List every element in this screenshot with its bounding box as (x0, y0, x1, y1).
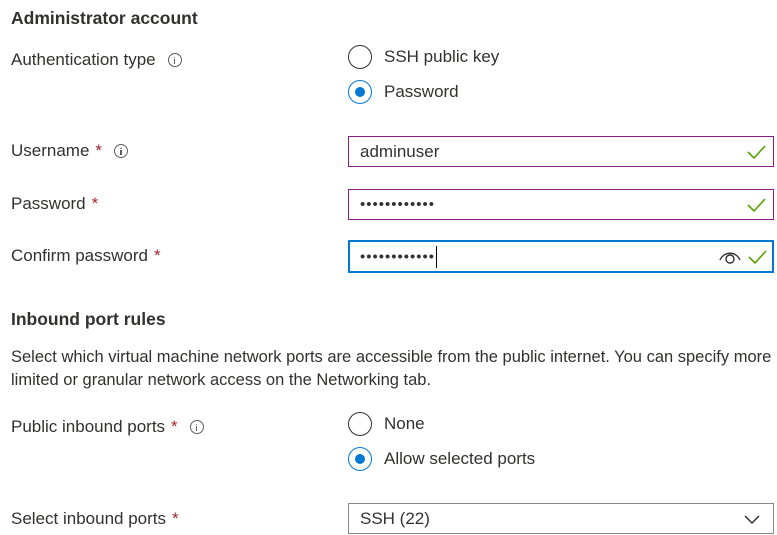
port-option-none-label: None (384, 414, 425, 433)
check-icon (747, 197, 766, 212)
username-label-row: Username * (11, 141, 129, 161)
auth-option-password-label: Password (384, 82, 459, 101)
required-marker: * (172, 509, 179, 528)
inbound-ports-dropdown[interactable]: SSH (22) (348, 503, 774, 534)
public-ports-label: Public inbound ports (11, 417, 166, 436)
confirm-password-label-row: Confirm password * (11, 246, 161, 266)
confirm-password-label: Confirm password (11, 246, 148, 265)
username-value[interactable]: adminuser (360, 142, 745, 162)
auth-type-label-row: Authentication type (11, 50, 182, 70)
password-field[interactable]: •••••••••••• (348, 189, 774, 220)
inbound-ports-selected-value: SSH (22) (360, 508, 430, 528)
text-cursor (436, 245, 438, 268)
radio-ssh-public-key[interactable] (348, 45, 372, 69)
auth-option-ssh[interactable]: SSH public key (348, 45, 499, 69)
admin-section-heading: Administrator account (11, 8, 198, 28)
radio-none[interactable] (348, 412, 372, 436)
required-marker: * (171, 417, 178, 436)
public-ports-label-row: Public inbound ports * (11, 417, 204, 437)
password-label-row: Password * (11, 194, 98, 214)
check-icon (748, 249, 767, 264)
password-label: Password (11, 194, 86, 213)
info-icon[interactable] (167, 53, 182, 67)
required-marker: * (95, 141, 103, 160)
confirm-password-value: •••••••••••• (360, 247, 436, 265)
auth-option-ssh-label: SSH public key (384, 47, 500, 66)
select-ports-label-row: Select inbound ports * (11, 509, 179, 529)
username-label: Username (11, 141, 90, 160)
info-icon[interactable] (114, 144, 129, 158)
inbound-section-heading: Inbound port rules (11, 309, 166, 329)
check-icon (747, 144, 766, 159)
radio-allow-selected-ports[interactable] (348, 447, 372, 471)
required-marker: * (154, 246, 161, 265)
auth-option-password[interactable]: Password (348, 80, 459, 104)
auth-type-label: Authentication type (11, 50, 156, 69)
radio-password[interactable] (348, 80, 372, 104)
port-option-allow-label: Allow selected ports (384, 449, 536, 468)
username-field[interactable]: adminuser (348, 136, 774, 167)
info-icon[interactable] (189, 420, 204, 434)
inbound-description: Select which virtual machine network por… (11, 348, 772, 389)
confirm-password-field[interactable]: •••••••••••• (348, 240, 774, 273)
eye-icon[interactable] (718, 248, 742, 266)
confirm-password-input[interactable]: •••••••••••• (360, 245, 718, 268)
password-value[interactable]: •••••••••••• (360, 196, 745, 213)
select-ports-label: Select inbound ports (11, 509, 166, 528)
required-marker: * (91, 194, 99, 213)
chevron-down-icon[interactable] (743, 513, 761, 525)
port-option-allow-selected[interactable]: Allow selected ports (348, 447, 535, 471)
port-option-none[interactable]: None (348, 412, 425, 436)
